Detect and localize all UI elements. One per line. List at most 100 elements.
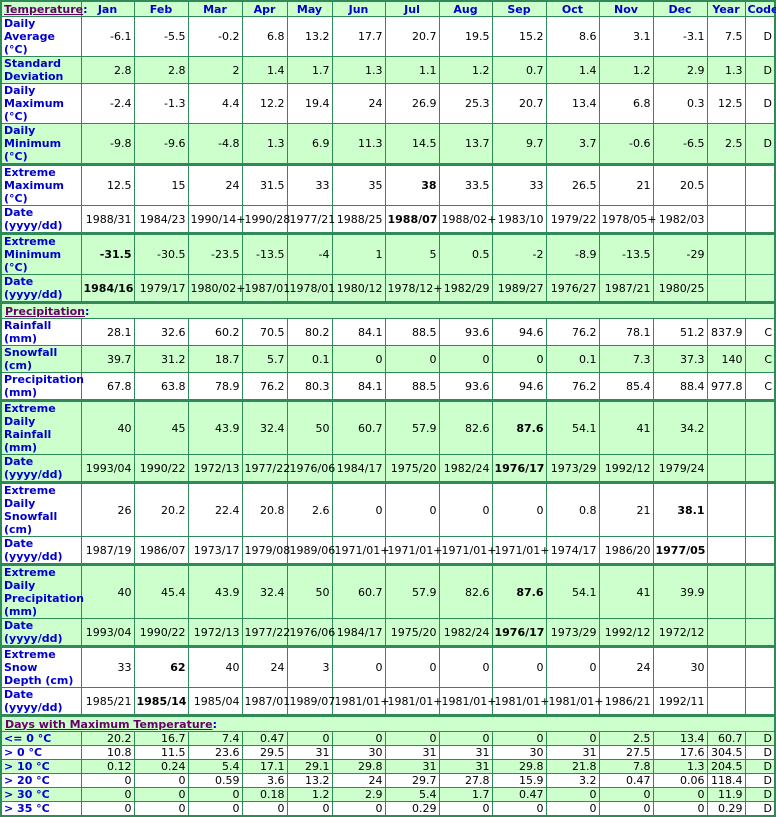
- cell-aug: 93.6: [438, 318, 493, 346]
- cell-may: 1989/06: [286, 536, 335, 565]
- cell-aug: 0: [438, 481, 493, 537]
- cell-nov: 0: [598, 801, 654, 817]
- cell-jul: 1988/07: [384, 205, 440, 234]
- row-label-extreme-daily-snowfall-cm: Extreme Daily Snowfall (cm): [0, 481, 82, 537]
- cell-jul: 57.9: [384, 563, 440, 619]
- cell-oct: 1976/27: [545, 274, 600, 303]
- cell-mar: 60.2: [187, 318, 243, 346]
- cell-sep: 94.6: [491, 318, 547, 346]
- cell-mar: -23.5: [187, 232, 243, 275]
- cell-may: 0.1: [286, 345, 333, 373]
- cell-may: 13.2: [286, 773, 333, 788]
- cell-sep: 0: [491, 645, 547, 688]
- cell-dec: 51.2: [652, 318, 708, 346]
- column-header-dec: Dec: [652, 0, 708, 17]
- days-max-temp-section-header: Days with Maximum Temperature:: [0, 714, 776, 732]
- cell-apr: 12.2: [241, 83, 288, 124]
- cell-feb: 20.2: [133, 481, 189, 537]
- cell-jul: 14.5: [384, 123, 440, 165]
- cell-nov: 21: [598, 481, 654, 537]
- cell-jun: 84.1: [331, 318, 386, 346]
- cell-dec: 17.6: [652, 745, 708, 760]
- cell-sep: 0: [491, 731, 547, 746]
- cell-nov: 21: [598, 163, 654, 206]
- table-row: Date (yyyy/dd) 1984/16 1979/17 1980/02+ 1987…: [0, 274, 776, 303]
- cell-jan: 2.8: [80, 56, 135, 84]
- cell-apr: 32.4: [241, 399, 288, 455]
- cell-jul: 38: [384, 163, 440, 206]
- cell-oct: 1973/29: [545, 618, 600, 647]
- cell-jul: 1978/12+: [384, 274, 442, 303]
- column-header-jan: Jan: [80, 0, 135, 17]
- cell-nov: 41: [598, 399, 654, 455]
- cell-jan: -9.8: [80, 123, 135, 165]
- cell-apr: 1977/22: [241, 454, 290, 483]
- cell-code: [744, 399, 776, 455]
- cell-jul: 29.7: [384, 773, 440, 788]
- cell-may: 33: [286, 163, 333, 206]
- cell-may: 80.2: [286, 318, 333, 346]
- cell-dec: 13.4: [652, 731, 708, 746]
- cell-jan: 28.1: [80, 318, 135, 346]
- column-header-feb: Feb: [133, 0, 189, 17]
- cell-nov: 2.5: [598, 731, 654, 746]
- cell-aug: 1982/24: [438, 618, 493, 647]
- cell-year: [706, 205, 746, 234]
- cell-jul: 1975/20: [384, 618, 440, 647]
- cell-year: [706, 536, 746, 565]
- cell-jan: 1984/16: [80, 274, 135, 303]
- days-max-temp-link[interactable]: Days with Maximum Temperature: [5, 718, 213, 731]
- cell-jul: 0: [384, 481, 440, 537]
- cell-aug: 31: [438, 745, 493, 760]
- cell-oct: 26.5: [545, 163, 600, 206]
- cell-feb: 45.4: [133, 563, 189, 619]
- cell-year: [706, 274, 746, 303]
- cell-jul: 5.4: [384, 787, 440, 802]
- cell-feb: 16.7: [133, 731, 189, 746]
- table-row: Extreme Daily Precipitation (mm) 40 45.4 43…: [0, 563, 776, 619]
- cell-jul: 0: [384, 345, 440, 373]
- row-label-date-yyyy-dd: Date (yyyy/dd): [0, 274, 82, 303]
- cell-jun: 30: [331, 745, 386, 760]
- table-row: Date (yyyy/dd) 1987/19 1986/07 1973/17 1979/…: [0, 536, 776, 565]
- cell-jun: 0: [331, 481, 386, 537]
- cell-jun: 24: [331, 83, 386, 124]
- cell-jun: 1971/01+: [331, 536, 389, 565]
- cell-sep: 1981/01+: [491, 687, 549, 716]
- cell-aug: 0: [438, 645, 493, 688]
- precipitation-section-row: Precipitation:: [0, 301, 776, 319]
- cell-oct: 13.4: [545, 83, 600, 124]
- table-row: > 20 °C 0 0 0.59 3.6 13.2 24 29.7 27.8 15.9 3.2 0.4…: [0, 773, 776, 788]
- column-header-mar: Mar: [187, 0, 243, 17]
- cell-jul: 1971/01+: [384, 536, 442, 565]
- cell-jul: 88.5: [384, 318, 440, 346]
- cell-jan: 10.8: [80, 745, 135, 760]
- row-label-0-c: > 0 °C: [0, 745, 82, 760]
- table-row: > 10 °C 0.12 0.24 5.4 17.1 29.1 29.8 31 31 29.8 21…: [0, 759, 776, 774]
- cell-jun: 0: [331, 731, 386, 746]
- cell-code: D: [744, 745, 776, 760]
- cell-feb: 0: [133, 787, 189, 802]
- cell-jun: 35: [331, 163, 386, 206]
- temperature-link[interactable]: Temperature: [4, 3, 83, 16]
- cell-jan: 1993/04: [80, 618, 135, 647]
- cell-apr: 24: [241, 645, 288, 688]
- cell-feb: 1990/22: [133, 454, 189, 483]
- cell-code: D: [744, 83, 776, 124]
- cell-year: [706, 399, 746, 455]
- cell-feb: 1985/14: [133, 687, 189, 716]
- cell-dec: 1992/11: [652, 687, 708, 716]
- cell-year: [706, 645, 746, 688]
- cell-sep: 1989/27: [491, 274, 547, 303]
- precipitation-link[interactable]: Precipitation: [5, 305, 85, 318]
- cell-jun: 17.7: [331, 16, 386, 57]
- cell-may: 1977/21: [286, 205, 335, 234]
- table-row: Extreme Snow Depth (cm) 33 62 40 24 3 0 0 0 0 0 24 3…: [0, 645, 776, 688]
- table-row: Date (yyyy/dd) 1993/04 1990/22 1972/13 1977/…: [0, 618, 776, 647]
- cell-aug: 19.5: [438, 16, 493, 57]
- cell-year: [706, 687, 746, 716]
- cell-feb: 1979/17: [133, 274, 189, 303]
- cell-dec: -6.5: [652, 123, 708, 165]
- row-label-snowfall-cm: Snowfall (cm): [0, 345, 82, 373]
- cell-aug: 1.2: [438, 56, 493, 84]
